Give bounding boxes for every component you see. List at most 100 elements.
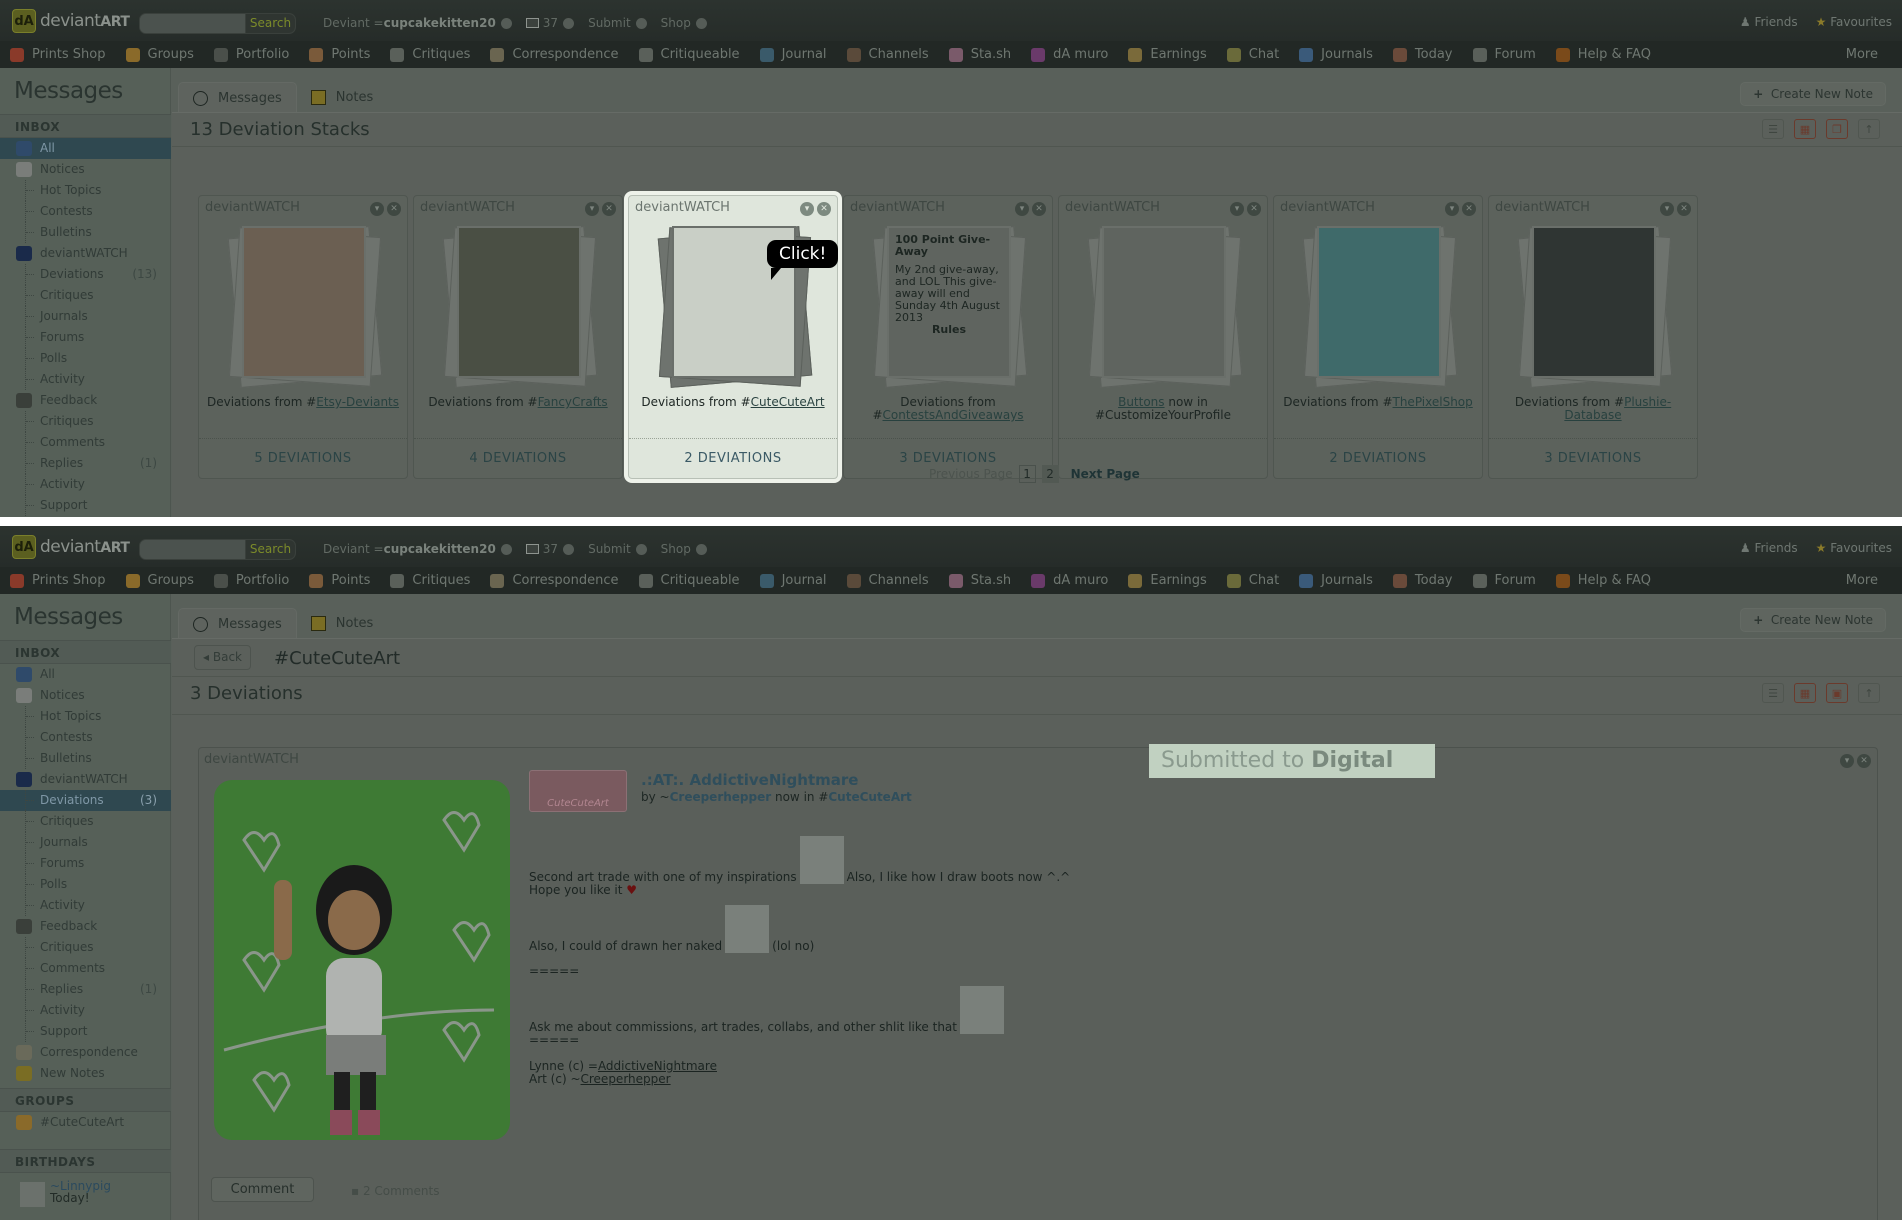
sidebar-item-deviations[interactable]: Deviations (13) xyxy=(0,264,171,285)
deviation-count[interactable]: 3 DEVIATIONS xyxy=(1489,438,1697,478)
sort-button[interactable]: ↑ xyxy=(1858,683,1880,703)
comment-button[interactable]: Comment xyxy=(211,1177,314,1202)
back-button[interactable]: ◂ Back xyxy=(194,645,251,670)
nav-item[interactable]: Channels xyxy=(846,573,929,588)
close-icon[interactable]: ✕ xyxy=(1032,202,1046,216)
deviation-count[interactable]: 5 DEVIATIONS xyxy=(199,438,407,478)
group-link[interactable]: ContestsAndGiveaways xyxy=(883,408,1024,422)
sidebar-item-replies[interactable]: Replies (1) xyxy=(0,979,171,1000)
friends-link[interactable]: ♟ Friends xyxy=(1740,541,1798,555)
deviation-thumbnail[interactable] xyxy=(214,780,510,1140)
nav-item[interactable]: Prints Shop xyxy=(10,47,106,62)
credit-link[interactable]: Creeperhepper xyxy=(581,1072,671,1086)
nav-item[interactable]: Forum xyxy=(1472,573,1536,588)
tab-messages[interactable]: Messages xyxy=(178,608,297,639)
sidebar-item-polls[interactable]: Polls xyxy=(0,348,171,369)
nav-item[interactable]: Prints Shop xyxy=(10,573,106,588)
deviation-count[interactable]: 4 DEVIATIONS xyxy=(414,438,622,478)
page-2-current[interactable]: 2 xyxy=(1041,465,1059,483)
sidebar-item-deviantwatch[interactable]: deviantWATCH xyxy=(0,769,171,790)
sidebar-item-notices[interactable]: Notices xyxy=(0,685,171,706)
messages-menu[interactable]: 37 xyxy=(525,16,575,30)
sidebar-item-support[interactable]: Support xyxy=(0,495,171,516)
sidebar-item-hot-topics[interactable]: Hot Topics xyxy=(0,706,171,727)
nav-item[interactable]: dA muro xyxy=(1031,573,1108,588)
deviation-stack-card[interactable]: deviantWATCH ▾ ✕ Deviations from #Plushie… xyxy=(1488,195,1698,479)
sidebar-item-comments[interactable]: Comments xyxy=(0,432,171,453)
user-menu[interactable]: Deviant =cupcakekitten20 xyxy=(323,542,512,556)
nav-item[interactable]: Groups xyxy=(125,47,194,62)
deviation-count[interactable]: 2 DEVIATIONS xyxy=(629,438,837,478)
deviation-stack-card[interactable]: deviantWATCH ▾ ✕ 100 Point Give-Away My 2n… xyxy=(843,195,1053,479)
group-link[interactable]: FancyCrafts xyxy=(538,395,608,409)
collapse-icon[interactable]: ▾ xyxy=(1015,202,1029,216)
sidebar-item-bulletins[interactable]: Bulletins xyxy=(0,222,171,243)
stack-thumbnail[interactable] xyxy=(1102,226,1226,378)
sidebar-item-new-notes[interactable]: New Notes xyxy=(0,1063,171,1084)
deviation-stack-card[interactable]: deviantWATCH ▾ ✕ Click! Deviations from #… xyxy=(628,195,839,479)
deviantart-logo[interactable]: dA deviantART xyxy=(12,9,130,33)
collapse-icon[interactable]: ▾ xyxy=(1230,202,1244,216)
group-link[interactable]: Buttons xyxy=(1118,395,1164,409)
page-1-link[interactable]: 1 xyxy=(1018,465,1036,483)
group-badge-image[interactable]: CuteCuteArt xyxy=(529,770,627,812)
close-icon[interactable]: ✕ xyxy=(387,202,401,216)
collapse-icon[interactable]: ▾ xyxy=(1445,202,1459,216)
stack-thumbnail[interactable] xyxy=(1532,226,1656,378)
nav-item[interactable]: Critiques xyxy=(390,47,470,62)
comments-count-link[interactable]: ▪ 2 Comments xyxy=(351,1184,439,1198)
nav-item[interactable]: Today xyxy=(1392,47,1453,62)
create-new-note-button[interactable]: + Create New Note xyxy=(1740,82,1886,106)
stack-view-button[interactable]: ❐ xyxy=(1826,119,1848,139)
stack-thumbnail[interactable] xyxy=(457,226,581,378)
close-icon[interactable]: ✕ xyxy=(1677,202,1691,216)
nav-item[interactable]: Critiqueable xyxy=(638,47,740,62)
list-view-button[interactable]: ☰ xyxy=(1762,119,1784,139)
nav-item[interactable]: Points xyxy=(309,573,370,588)
nav-item[interactable]: Help & FAQ xyxy=(1555,47,1651,62)
sidebar-item-all[interactable]: All xyxy=(0,138,171,159)
nav-item[interactable]: dA muro xyxy=(1031,47,1108,62)
sidebar-item-critiques[interactable]: Critiques xyxy=(0,811,171,832)
collapse-icon[interactable]: ▾ xyxy=(370,202,384,216)
author-link[interactable]: Creeperhepper xyxy=(670,790,772,804)
sidebar-item-critiques[interactable]: Critiques xyxy=(0,937,171,958)
nav-item[interactable]: Points xyxy=(309,47,370,62)
close-icon[interactable]: ✕ xyxy=(817,202,831,216)
sidebar-item-polls[interactable]: Polls xyxy=(0,874,171,895)
next-page-link[interactable]: Next Page xyxy=(1071,467,1140,481)
sidebar-item-contests[interactable]: Contests xyxy=(0,201,171,222)
list-view-button[interactable]: ☰ xyxy=(1762,683,1784,703)
collapse-icon[interactable]: ▾ xyxy=(585,202,599,216)
friends-link[interactable]: ♟ Friends xyxy=(1740,15,1798,29)
stack-thumbnail[interactable] xyxy=(1317,226,1441,378)
nav-item[interactable]: Earnings xyxy=(1128,573,1207,588)
stack-thumbnail[interactable] xyxy=(242,226,366,378)
nav-item[interactable]: Chat xyxy=(1226,573,1279,588)
sidebar-item-support[interactable]: Support xyxy=(0,1021,171,1042)
nav-item[interactable]: Critiqueable xyxy=(638,573,740,588)
sort-button[interactable]: ↑ xyxy=(1858,119,1880,139)
credit-link[interactable]: AddictiveNightmare xyxy=(598,1059,717,1073)
group-link[interactable]: CuteCuteArt xyxy=(828,790,911,804)
sidebar-item-feedback[interactable]: Feedback xyxy=(0,390,171,411)
tab-messages[interactable]: Messages xyxy=(178,82,297,113)
sidebar-item-journals[interactable]: Journals xyxy=(0,832,171,853)
collapse-icon[interactable]: ▾ xyxy=(1840,754,1854,768)
deviation-stack-card[interactable]: deviantWATCH ▾ ✕ Deviations from #Etsy-De… xyxy=(198,195,408,479)
collapse-icon[interactable]: ▾ xyxy=(800,202,814,216)
shop-menu[interactable]: Shop xyxy=(661,16,707,30)
sidebar-item-activity[interactable]: Activity xyxy=(0,474,171,495)
sidebar-item-journals[interactable]: Journals xyxy=(0,306,171,327)
group-link[interactable]: CuteCuteArt xyxy=(751,395,825,409)
submit-menu[interactable]: Submit xyxy=(588,16,647,30)
nav-item[interactable]: Correspondence xyxy=(490,47,619,62)
deviation-stack-card[interactable]: deviantWATCH ▾ ✕ Buttons now in #Customiz… xyxy=(1058,195,1268,479)
stack-thumbnail[interactable]: 100 Point Give-Away My 2nd give-away, and… xyxy=(887,226,1011,378)
nav-item[interactable]: Channels xyxy=(846,47,929,62)
nav-item[interactable]: Journal xyxy=(759,573,827,588)
search-button[interactable]: Search xyxy=(245,14,295,33)
birthday-avatar[interactable] xyxy=(20,1182,45,1207)
sidebar-item-activity[interactable]: Activity xyxy=(0,369,171,390)
sidebar-item-feedback[interactable]: Feedback xyxy=(0,916,171,937)
